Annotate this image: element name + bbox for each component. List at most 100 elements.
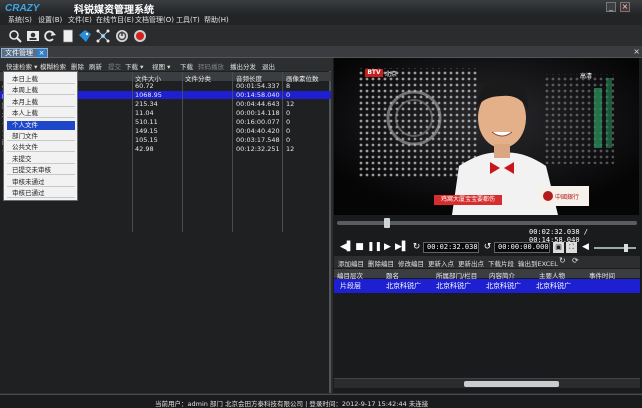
submit-button[interactable]: 提交	[108, 61, 121, 71]
catalog-cell: 北京科锐广	[536, 282, 571, 290]
delete-button[interactable]: 删除	[71, 61, 84, 71]
dropdown-item[interactable]: 本月上载	[7, 98, 75, 107]
table-cell: 8	[286, 82, 291, 90]
tag-icon[interactable]	[78, 29, 92, 43]
tab-strip: 文件管理 × ×	[0, 47, 642, 58]
main-toolbar	[0, 25, 642, 47]
menu-settings[interactable]: 设置(B)	[38, 15, 62, 25]
dropdown-item[interactable]: 本人上载	[7, 109, 75, 119]
refresh-button[interactable]: 刷新	[89, 61, 102, 71]
delete-catalog-button[interactable]: 删除编目	[368, 258, 394, 268]
dropdown-item[interactable]: 本日上载	[7, 75, 75, 84]
minimize-button[interactable]: _	[606, 2, 616, 12]
edit-catalog-button[interactable]: 修改编目	[398, 258, 424, 268]
catalog-cell: 北京科锐广	[436, 282, 471, 290]
column-divider	[282, 72, 283, 232]
dropdown-item[interactable]: 本周上载	[7, 86, 75, 96]
column-divider	[132, 72, 133, 232]
transcode-play-button[interactable]: 转码播放	[198, 61, 224, 71]
exit-button[interactable]: 退出	[262, 61, 275, 71]
download-button[interactable]: 下载	[180, 61, 193, 71]
close-button[interactable]: ×	[620, 2, 630, 12]
quick-search-button[interactable]: 快速检索 ▾	[6, 61, 37, 71]
dropdown-item[interactable]: 审核未通过	[7, 178, 75, 187]
stop-icon[interactable]: ■	[354, 242, 365, 253]
seek-bar[interactable]	[337, 218, 637, 228]
catalog-scrollbar[interactable]	[334, 378, 640, 388]
channel-logo: BTV	[365, 69, 383, 77]
player-controls: ◀▌ ■ ❚❚ ▶ ▶▌ ↻ 00:02:32.038 ↺ 00:00:00.0…	[334, 238, 640, 256]
menu-file[interactable]: 文件(E)	[68, 15, 92, 25]
hd-badge: 高清	[580, 73, 593, 80]
menu-help[interactable]: 帮助(H)	[204, 15, 229, 25]
menu-documents[interactable]: 文档管理(O)	[135, 15, 174, 25]
export-excel-button[interactable]: 输出到EXCEL	[518, 258, 558, 268]
table-cell: 42.98	[135, 145, 154, 153]
dropdown-item[interactable]: 部门文件	[7, 132, 75, 141]
table-cell: 510.11	[135, 118, 158, 126]
video-subtitle: 鸡窝大厦宝宝要都伤	[434, 195, 502, 205]
title-bar: CRAZY 科锐媒资管理系统 _ ×	[0, 0, 642, 16]
app-logo: CRAZY	[5, 3, 41, 13]
table-cell: 0	[286, 109, 291, 117]
id-card-icon[interactable]	[26, 29, 40, 43]
table-cell: 12	[286, 145, 295, 153]
snapshot-icon[interactable]: ▣	[553, 242, 564, 253]
table-cell: 11.04	[135, 109, 154, 117]
close-all-icon[interactable]: ×	[633, 47, 640, 56]
table-cell: 00:16:00.077	[236, 118, 280, 126]
pause-icon[interactable]: ❚❚	[367, 242, 382, 253]
search-icon[interactable]	[8, 29, 22, 43]
refresh-catalog-icon[interactable]: ↻	[559, 256, 566, 265]
broadcast-distribute-button[interactable]: 播出分发	[230, 61, 256, 71]
scrollbar-thumb[interactable]	[464, 381, 559, 387]
tab-file-management[interactable]: 文件管理 ×	[1, 48, 48, 58]
menu-system[interactable]: 系统(S)	[8, 15, 32, 25]
menu-bar: 系统(S) 设置(B) 文件(E) 在线节目(E) 文档管理(O) 工具(T) …	[0, 14, 642, 25]
file-toolbar: 快速检索 ▾ 模糊检索 删除 刷新 提交 下载 ▾ 视图 ▾ 下载 转码播放 播…	[0, 58, 331, 71]
volume-slider[interactable]	[594, 244, 636, 252]
add-catalog-button[interactable]: 添加编目	[338, 258, 364, 268]
mark-in-time[interactable]: 00:02:32.038	[423, 242, 479, 253]
catalog-cell: 北京科锐广	[386, 282, 421, 290]
video-frame[interactable]: 中國銀行 BTV 北京 高清 鸡窝大厦宝宝要都伤	[334, 58, 639, 215]
mark-out-time[interactable]: 00:00:00.000	[494, 242, 550, 253]
table-cell: 149.15	[135, 127, 158, 135]
menu-tools[interactable]: 工具(T)	[176, 15, 200, 25]
update-in-point-button[interactable]: 更新入点	[428, 258, 454, 268]
download-menu-button[interactable]: 下载 ▾	[125, 61, 143, 71]
table-cell: 00:12:32.251	[236, 145, 280, 153]
dropdown-item[interactable]: 审核已通过	[7, 189, 75, 198]
menu-online[interactable]: 在线节目(E)	[96, 15, 134, 25]
record-icon[interactable]	[133, 29, 147, 43]
rewind-icon[interactable]: ◀▌	[340, 242, 354, 253]
document-icon[interactable]	[61, 29, 75, 43]
refresh-icon[interactable]	[43, 29, 57, 43]
catalog-row[interactable]: 片段层 北京科锐广 北京科锐广 北京科锐广 北京科锐广	[334, 279, 640, 293]
fullscreen-icon[interactable]: ⛶	[566, 242, 577, 253]
network-icon[interactable]	[96, 29, 110, 43]
play-icon[interactable]: ▶	[382, 242, 393, 253]
seek-handle[interactable]	[383, 218, 390, 228]
catalog-cell: 北京科锐广	[486, 282, 521, 290]
loop-icon[interactable]: ↻	[411, 242, 422, 253]
step-forward-icon[interactable]: ▶▌	[395, 242, 409, 253]
dropdown-item[interactable]: 未提交	[7, 155, 75, 164]
dropdown-item[interactable]: 个人文件	[7, 120, 75, 130]
volume-handle[interactable]	[623, 244, 628, 252]
update-out-point-button[interactable]: 更新出点	[458, 258, 484, 268]
player-pane: 中國銀行 BTV 北京 高清 鸡窝大厦宝宝要都伤 00:02:32.038 / …	[333, 58, 642, 393]
download-segment-button[interactable]: 下载片段	[488, 258, 514, 268]
dropdown-item[interactable]: 已提交未审核	[7, 166, 75, 176]
table-cell: 00:00:14.118	[236, 109, 280, 117]
power-icon[interactable]	[115, 29, 129, 43]
svg-text:CRAZY: CRAZY	[5, 3, 41, 13]
table-cell: 00:04:44.643	[236, 100, 280, 108]
view-menu-button[interactable]: 视图 ▾	[152, 61, 170, 71]
dropdown-item[interactable]: 公共文件	[7, 143, 75, 153]
tab-close-icon[interactable]: ×	[37, 49, 46, 57]
fuzzy-search-button[interactable]: 模糊检索	[40, 61, 66, 71]
volume-icon[interactable]: ◀	[580, 242, 591, 253]
mark-icon[interactable]: ↺	[482, 242, 493, 253]
loop-catalog-icon[interactable]: ⟳	[572, 256, 579, 265]
